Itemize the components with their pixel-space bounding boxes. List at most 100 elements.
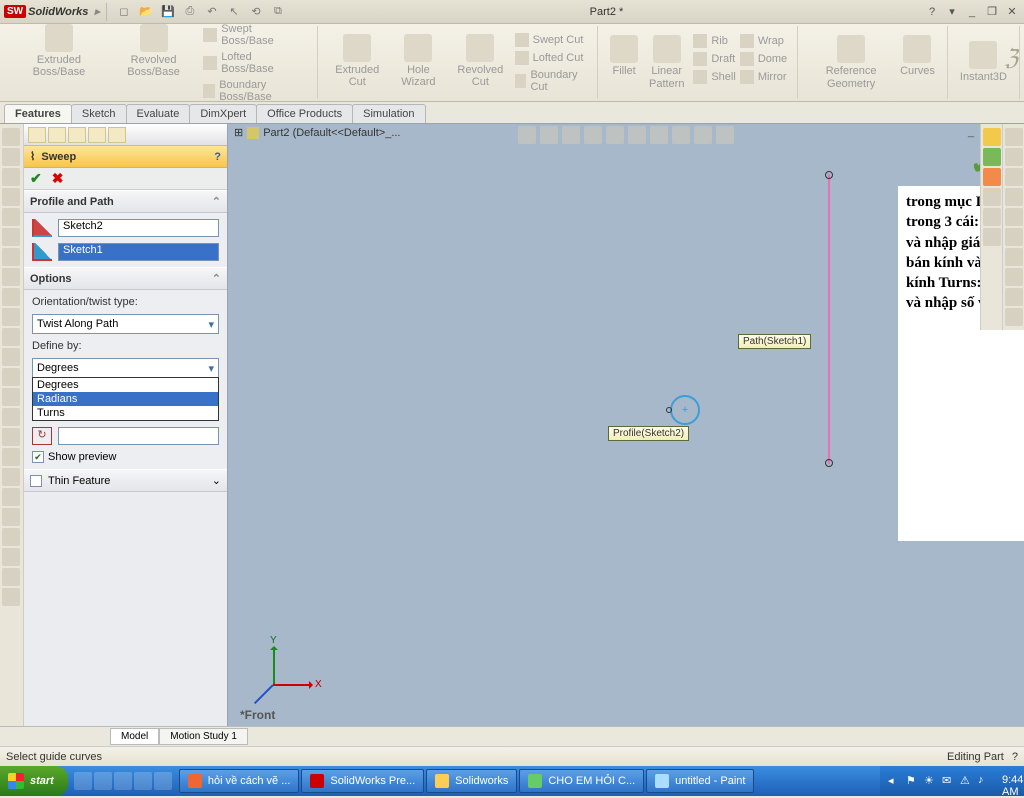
start-button[interactable]: start	[0, 766, 68, 796]
section-options[interactable]: Options⌃	[24, 267, 227, 290]
view-settings-icon[interactable]	[716, 126, 734, 144]
orientation-combo[interactable]: Twist Along Path▾	[32, 314, 219, 334]
tool-icon[interactable]	[1005, 148, 1023, 166]
curves-button[interactable]: Curves	[896, 33, 939, 91]
flyout-tree[interactable]: ⊞Part2 (Default<<Default>_...	[234, 126, 401, 139]
scene-icon[interactable]	[672, 126, 690, 144]
tool-icon[interactable]	[1005, 168, 1023, 186]
boundary-boss-button[interactable]: Boundary Boss/Base	[201, 78, 308, 104]
undo-icon[interactable]: ↶	[203, 3, 221, 21]
tray-icon[interactable]: ☀	[924, 774, 938, 788]
chevron-right-icon[interactable]: ▸	[94, 5, 100, 18]
zoom-fit-icon[interactable]	[518, 126, 536, 144]
options-icon[interactable]: ⧉	[269, 3, 287, 21]
tool-icon[interactable]	[983, 228, 1001, 246]
display-style-icon[interactable]	[628, 126, 646, 144]
help-icon[interactable]: ?	[214, 151, 221, 163]
tool-icon[interactable]	[2, 228, 20, 246]
menu-dropdown-icon[interactable]: ▾	[944, 4, 960, 20]
tab-evaluate[interactable]: Evaluate	[126, 104, 191, 123]
tray-icon[interactable]: ⚠	[960, 774, 974, 788]
tool-icon[interactable]	[1005, 308, 1023, 326]
task-firefox[interactable]: hỏi về cách vẽ ...	[179, 769, 300, 793]
boundary-cut-button[interactable]: Boundary Cut	[513, 68, 589, 94]
tray-icon[interactable]: ✉	[942, 774, 956, 788]
revolved-boss-button[interactable]: Revolved Boss/Base	[106, 22, 201, 104]
combo-option-turns[interactable]: Turns	[33, 406, 218, 420]
tray-icon[interactable]: ⚑	[906, 774, 920, 788]
section-profile-path[interactable]: Profile and Path⌃	[24, 190, 227, 213]
close-button[interactable]: ✕	[1004, 4, 1020, 20]
lofted-cut-button[interactable]: Lofted Cut	[513, 50, 589, 66]
tool-icon[interactable]	[2, 528, 20, 546]
tab-simulation[interactable]: Simulation	[352, 104, 425, 123]
tool-icon[interactable]	[2, 548, 20, 566]
draft-button[interactable]: Draft	[691, 51, 737, 67]
tool-icon[interactable]	[1005, 188, 1023, 206]
tab-sketch[interactable]: Sketch	[71, 104, 127, 123]
swept-boss-button[interactable]: Swept Boss/Base	[201, 22, 308, 48]
hide-show-icon[interactable]	[650, 126, 668, 144]
tool-icon[interactable]	[2, 388, 20, 406]
tool-icon[interactable]	[2, 168, 20, 186]
task-solidworks[interactable]: SolidWorks Pre...	[301, 769, 424, 793]
fillet-button[interactable]: Fillet	[606, 33, 642, 91]
tool-icon[interactable]	[1005, 288, 1023, 306]
tab-features[interactable]: Features	[4, 104, 72, 123]
tool-icon[interactable]	[2, 148, 20, 166]
combo-option-radians[interactable]: Radians	[33, 392, 218, 406]
extruded-cut-button[interactable]: Extruded Cut	[326, 32, 389, 94]
direction-icon[interactable]: ↻	[32, 427, 52, 445]
tool-icon[interactable]	[1005, 248, 1023, 266]
task-explorer[interactable]: Solidworks	[426, 769, 517, 793]
combo-option-degrees[interactable]: Degrees	[33, 378, 218, 392]
tool-icon[interactable]	[2, 408, 20, 426]
linear-pattern-button[interactable]: Linear Pattern	[642, 33, 691, 91]
show-preview-checkbox[interactable]: ✔Show preview	[32, 451, 219, 463]
save-icon[interactable]: 💾	[159, 3, 177, 21]
tool-icon[interactable]	[2, 348, 20, 366]
task-paint[interactable]: untitled - Paint	[646, 769, 754, 793]
minimize-button[interactable]: _	[964, 4, 980, 20]
tool-icon[interactable]	[983, 188, 1001, 206]
tool-icon[interactable]	[2, 128, 20, 146]
rebuild-icon[interactable]: ⟲	[247, 3, 265, 21]
hole-wizard-button[interactable]: Hole Wizard	[389, 32, 448, 94]
tool-icon[interactable]	[1005, 128, 1023, 146]
tool-icon[interactable]	[1005, 228, 1023, 246]
define-by-combo[interactable]: Degrees▾	[32, 358, 219, 378]
ql-icon[interactable]	[74, 772, 92, 790]
tool-icon[interactable]	[2, 428, 20, 446]
ql-icon[interactable]	[134, 772, 152, 790]
tab-office-products[interactable]: Office Products	[256, 104, 353, 123]
ql-icon[interactable]	[154, 772, 172, 790]
mirror-button[interactable]: Mirror	[738, 69, 789, 85]
tray-icon[interactable]: ♪	[978, 774, 992, 788]
ql-icon[interactable]	[94, 772, 112, 790]
open-icon[interactable]: 📂	[137, 3, 155, 21]
plus-icon[interactable]: ⊞	[234, 126, 243, 139]
swept-cut-button[interactable]: Swept Cut	[513, 32, 589, 48]
tool-icon[interactable]	[2, 288, 20, 306]
section-thin-feature[interactable]: Thin Feature⌄	[24, 469, 227, 492]
tool-icon[interactable]	[2, 208, 20, 226]
path-sketch-line[interactable]	[828, 174, 830, 464]
tool-icon[interactable]	[2, 448, 20, 466]
status-help-icon[interactable]: ?	[1012, 751, 1018, 763]
tab-motion-study[interactable]: Motion Study 1	[159, 728, 248, 745]
lofted-boss-button[interactable]: Lofted Boss/Base	[201, 50, 308, 76]
shell-button[interactable]: Shell	[691, 69, 737, 85]
tool-icon[interactable]	[2, 488, 20, 506]
tool-icon[interactable]	[2, 568, 20, 586]
tool-icon[interactable]	[983, 208, 1001, 226]
profile-field[interactable]: Sketch2	[58, 219, 219, 237]
select-icon[interactable]: ↖	[225, 3, 243, 21]
tool-icon[interactable]	[983, 148, 1001, 166]
tool-icon[interactable]	[1005, 268, 1023, 286]
tool-icon[interactable]	[2, 508, 20, 526]
ref-geometry-button[interactable]: Reference Geometry	[806, 33, 896, 91]
graphics-viewport[interactable]: ⊞Part2 (Default<<Default>_... _❐✕ ✔✖ Pat…	[228, 124, 1024, 726]
section-view-icon[interactable]	[584, 126, 602, 144]
tool-icon[interactable]	[2, 308, 20, 326]
tab-model[interactable]: Model	[110, 728, 159, 745]
